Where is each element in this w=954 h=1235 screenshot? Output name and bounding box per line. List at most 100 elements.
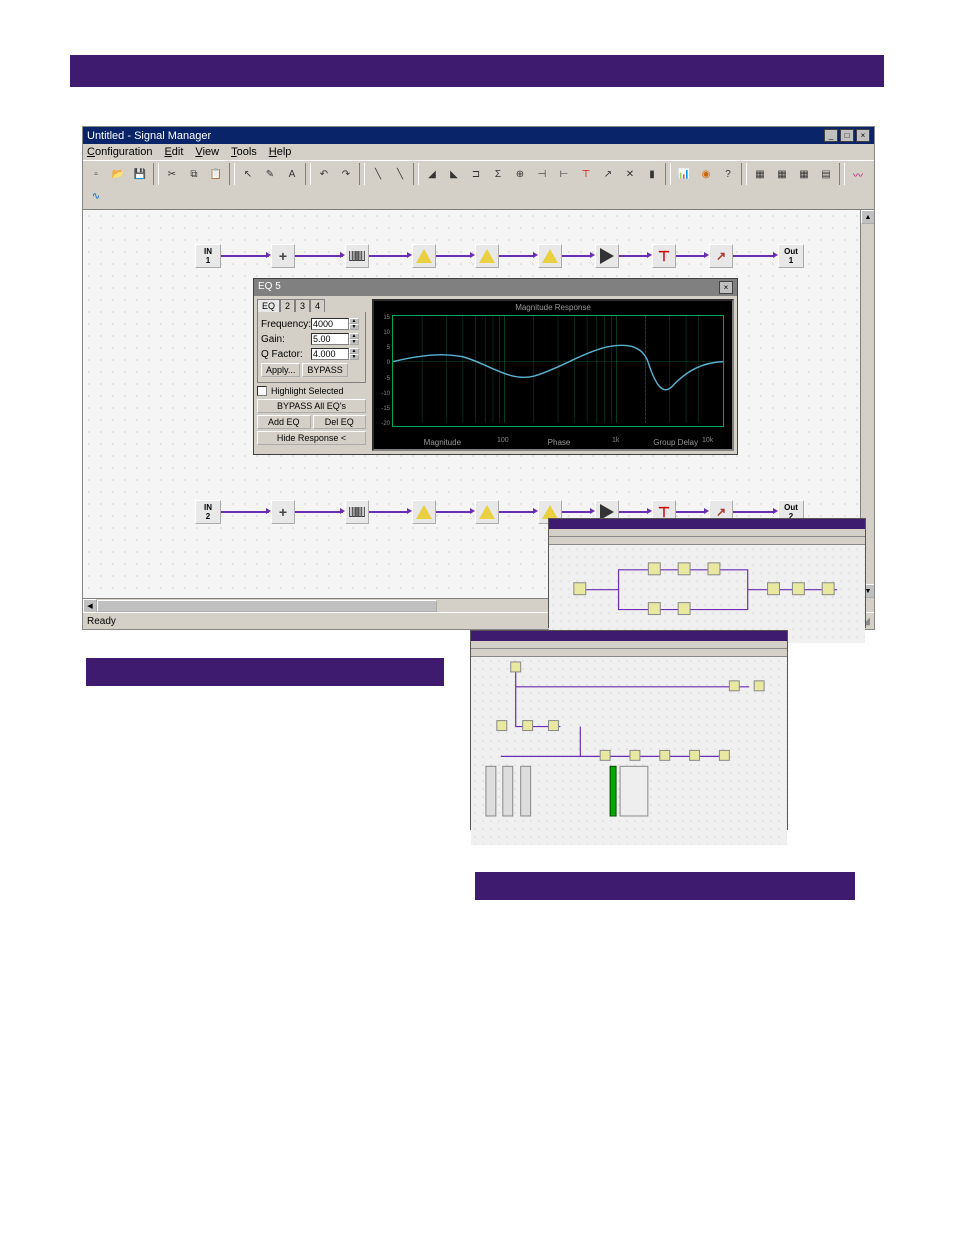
menu-tools[interactable]: Tools bbox=[231, 146, 257, 158]
titlebar[interactable]: Untitled - Signal Manager _ □ × bbox=[83, 127, 874, 144]
wire bbox=[436, 511, 472, 513]
tab-4[interactable]: 4 bbox=[310, 299, 325, 312]
redo-icon[interactable]: ↷ bbox=[335, 163, 357, 185]
graph-plot-area[interactable] bbox=[392, 315, 724, 427]
input-2-node[interactable]: IN 2 bbox=[195, 500, 221, 524]
bypass-all-button[interactable]: BYPASS All EQ's bbox=[257, 399, 366, 413]
grid-icon[interactable]: ▦ bbox=[793, 163, 815, 185]
gain-spinner[interactable]: ▲▼ bbox=[349, 333, 359, 345]
sum-node-2[interactable]: + bbox=[271, 500, 295, 524]
gain-right-icon[interactable]: ◣ bbox=[443, 163, 465, 185]
grid-icon[interactable]: ▦ bbox=[771, 163, 793, 185]
sine-icon[interactable]: 〰 bbox=[847, 163, 869, 185]
grid-icon[interactable]: ▤ bbox=[815, 163, 837, 185]
new-icon[interactable]: ▫ bbox=[85, 163, 107, 185]
tab-2[interactable]: 2 bbox=[280, 299, 295, 312]
open-icon[interactable]: 📂 bbox=[107, 163, 129, 185]
page-banner bbox=[70, 55, 884, 87]
thumb-menubar bbox=[471, 641, 787, 649]
scroll-thumb[interactable] bbox=[97, 600, 437, 612]
filter-node-2b[interactable] bbox=[475, 500, 499, 524]
meter-icon[interactable]: ▮ bbox=[641, 163, 663, 185]
filter-node-1[interactable] bbox=[412, 244, 436, 268]
grid-icon[interactable]: ▦ bbox=[749, 163, 771, 185]
limiter-node[interactable]: ⊤ bbox=[652, 244, 676, 268]
input-1-node[interactable]: IN 1 bbox=[195, 244, 221, 268]
caption-box-2 bbox=[475, 872, 855, 900]
thumb-toolbar bbox=[549, 537, 865, 545]
thumb-canvas bbox=[549, 545, 865, 643]
mute-icon[interactable]: ✕ bbox=[619, 163, 641, 185]
lpf-icon[interactable]: ⊢ bbox=[553, 163, 575, 185]
impulse-icon[interactable]: ∿ bbox=[85, 185, 107, 207]
scroll-left-icon[interactable]: ◀ bbox=[83, 599, 97, 612]
tab-3[interactable]: 3 bbox=[295, 299, 310, 312]
apply-button[interactable]: Apply... bbox=[261, 363, 300, 377]
filter-node-3[interactable] bbox=[538, 244, 562, 268]
close-icon[interactable]: × bbox=[856, 129, 870, 142]
save-icon[interactable]: 💾 bbox=[129, 163, 151, 185]
thumb-titlebar[interactable] bbox=[471, 631, 787, 641]
frequency-spinner[interactable]: ▲▼ bbox=[349, 318, 359, 330]
gain-input[interactable] bbox=[311, 333, 349, 345]
wire bbox=[499, 511, 535, 513]
sep-icon[interactable]: ╲ bbox=[389, 163, 411, 185]
del-eq-button[interactable]: Del EQ bbox=[313, 415, 367, 429]
hpf-icon[interactable]: ⊣ bbox=[531, 163, 553, 185]
hide-response-button[interactable]: Hide Response < bbox=[257, 431, 366, 445]
mixer-icon[interactable]: Σ bbox=[487, 163, 509, 185]
gain-left-icon[interactable]: ◢ bbox=[421, 163, 443, 185]
eq-icon bbox=[349, 251, 365, 261]
thumb-titlebar[interactable] bbox=[549, 519, 865, 529]
gain-node[interactable] bbox=[595, 244, 619, 268]
sum-node[interactable]: + bbox=[271, 244, 295, 268]
pointer-icon[interactable]: ↖ bbox=[237, 163, 259, 185]
graph-tab-magnitude[interactable]: Magnitude bbox=[394, 438, 491, 447]
eq-dialog-title: EQ 5 bbox=[258, 281, 719, 294]
paste-icon[interactable]: 📋 bbox=[205, 163, 227, 185]
filter-node-2[interactable] bbox=[475, 244, 499, 268]
q-spinner[interactable]: ▲▼ bbox=[349, 348, 359, 360]
filter-node-1b[interactable] bbox=[412, 500, 436, 524]
undo-icon[interactable]: ↶ bbox=[313, 163, 335, 185]
q-input[interactable] bbox=[311, 348, 349, 360]
splitter-icon[interactable]: ⊕ bbox=[509, 163, 531, 185]
eq-dialog-titlebar[interactable]: EQ 5 × bbox=[254, 279, 737, 296]
tab-eq[interactable]: EQ bbox=[257, 299, 280, 312]
menu-edit[interactable]: Edit bbox=[164, 146, 183, 158]
scroll-up-icon[interactable]: ▲ bbox=[861, 210, 874, 224]
thumbnail-window-1 bbox=[548, 518, 866, 628]
pencil-icon[interactable]: ✎ bbox=[259, 163, 281, 185]
lock-icon[interactable]: ◉ bbox=[695, 163, 717, 185]
text-icon[interactable]: A bbox=[281, 163, 303, 185]
minimize-icon[interactable]: _ bbox=[824, 129, 838, 142]
separator bbox=[153, 163, 159, 185]
menu-view[interactable]: View bbox=[195, 146, 219, 158]
graph-tab-group-delay[interactable]: Group Delay bbox=[627, 438, 724, 447]
dsp-icon[interactable]: 📊 bbox=[673, 163, 695, 185]
polarity-node[interactable]: ↗ bbox=[709, 244, 733, 268]
help-icon[interactable]: ? bbox=[717, 163, 739, 185]
triangle-icon bbox=[416, 505, 432, 519]
highlight-checkbox[interactable] bbox=[257, 386, 267, 396]
copy-icon[interactable]: ⧉ bbox=[183, 163, 205, 185]
sep-icon[interactable]: ╲ bbox=[367, 163, 389, 185]
graph-tab-phase[interactable]: Phase bbox=[511, 438, 608, 447]
eq-node-2[interactable] bbox=[345, 500, 369, 524]
bypass-button[interactable]: BYPASS bbox=[302, 363, 347, 377]
add-eq-button[interactable]: Add EQ bbox=[257, 415, 311, 429]
plus-icon: + bbox=[279, 248, 287, 264]
output-1-node[interactable]: Out 1 bbox=[778, 244, 804, 268]
eq-node[interactable] bbox=[345, 244, 369, 268]
input-1-label: IN 1 bbox=[204, 247, 212, 265]
polarity-icon[interactable]: ↗ bbox=[597, 163, 619, 185]
response-graph: Magnitude Response 151050-5-10-15-20 bbox=[372, 299, 734, 451]
cut-icon[interactable]: ✂ bbox=[161, 163, 183, 185]
limiter-icon[interactable]: ⊤ bbox=[575, 163, 597, 185]
menu-help[interactable]: Help bbox=[269, 146, 292, 158]
delay-icon[interactable]: ⊐ bbox=[465, 163, 487, 185]
menu-configuration[interactable]: Configuration bbox=[87, 146, 152, 158]
maximize-icon[interactable]: □ bbox=[840, 129, 854, 142]
close-icon[interactable]: × bbox=[719, 281, 733, 294]
frequency-input[interactable] bbox=[311, 318, 349, 330]
